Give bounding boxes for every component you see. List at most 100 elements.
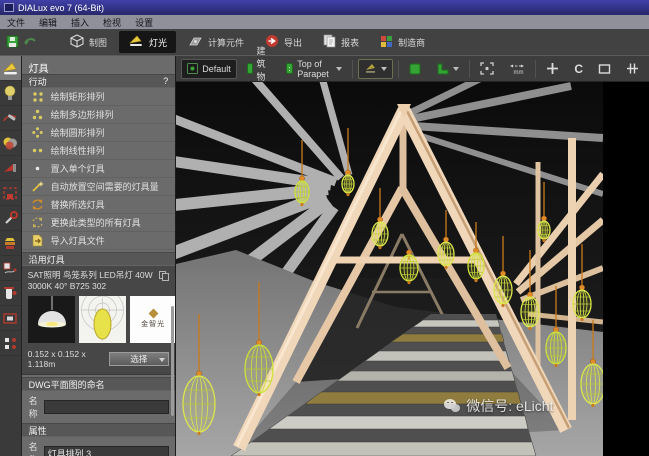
- storey-selector-label: Top of Parapet: [297, 58, 329, 79]
- tool-lamps[interactable]: [0, 81, 21, 106]
- building-icon: [246, 63, 253, 74]
- dwg-name-input[interactable]: [43, 400, 169, 415]
- tool-measuring[interactable]: [0, 256, 21, 281]
- tool-floorplan[interactable]: [0, 181, 21, 206]
- view-icon: [187, 63, 199, 74]
- select-button-label: 选择: [130, 354, 148, 365]
- auto-place-icon: [31, 181, 44, 192]
- pan-icon: [547, 63, 559, 74]
- action-draw-polygon-arrangement[interactable]: 绘制多边形排列: [21, 106, 176, 124]
- tool-light-scenes[interactable]: [0, 156, 21, 181]
- tab-construction[interactable]: 制图: [61, 31, 116, 53]
- action-label: 自动放置空间需要的灯具量: [50, 182, 159, 192]
- tool-surfaces[interactable]: [0, 306, 21, 331]
- photometric-diagram-thumbnail[interactable]: [78, 288, 126, 344]
- light-lamp-icon: [128, 34, 144, 50]
- action-draw-line-arrangement[interactable]: 绘制线性排列: [21, 142, 176, 160]
- active-luminaire-card: SAT照明 鸟笼系列 LED吊灯 40W 3000K 40° B725 302 …: [21, 266, 176, 376]
- title-bar: DIALux evo 7 (64-Bit): [0, 0, 649, 15]
- action-label: 绘制线性排列: [50, 146, 105, 156]
- menu-settings[interactable]: 设置: [128, 16, 160, 29]
- action-label: 绘制圆形排列: [50, 128, 105, 138]
- menu-insert[interactable]: 插入: [64, 16, 96, 29]
- tab-reports[interactable]: 报表: [314, 31, 368, 53]
- bulb-icon: [4, 85, 16, 100]
- action-auto-place[interactable]: 自动放置空间需要的灯具量: [21, 178, 176, 196]
- solid-view-button[interactable]: [404, 59, 426, 79]
- action-replace-all-of-type[interactable]: 更换此类型的所有灯具: [21, 214, 176, 232]
- storey-mode-button[interactable]: [431, 59, 464, 79]
- menu-edit[interactable]: 编辑: [32, 16, 64, 29]
- tool-maintenance[interactable]: [0, 206, 21, 231]
- dropdown-caret-icon: [159, 358, 166, 363]
- storey-selector-button[interactable]: Top of Parapet: [281, 59, 348, 79]
- select-luminaire-button[interactable]: 选择: [108, 352, 170, 367]
- replace-type-icon: [32, 217, 43, 228]
- measure-button[interactable]: mm: [504, 59, 530, 79]
- luminaire-dimensions: 0.152 x 0.152 x 1.118m: [27, 349, 86, 370]
- pan-button[interactable]: [541, 59, 564, 79]
- luminaire-photo-thumbnail[interactable]: [27, 296, 75, 344]
- action-label: 置入单个灯具: [50, 164, 105, 174]
- viewport: Default 建筑物 1 Top of Parapet: [176, 46, 649, 456]
- tab-label: 制造商: [398, 37, 426, 48]
- tab-light[interactable]: 灯光: [119, 31, 177, 53]
- tool-columns[interactable]: [0, 281, 21, 306]
- polygon-arrangement-icon: [32, 109, 42, 120]
- view-default-button[interactable]: Default: [181, 58, 237, 79]
- stacked-bars-icon: [5, 238, 16, 249]
- tool-lamp-change[interactable]: [0, 106, 21, 131]
- wechat-icon: [444, 398, 461, 414]
- actions-header: 行动 ?: [21, 74, 176, 88]
- measure-label: mm: [514, 70, 524, 75]
- action-import-luminaire-file[interactable]: 导入灯具文件: [21, 232, 176, 250]
- logo-mark: [148, 308, 159, 319]
- tab-label: 导出: [284, 37, 303, 48]
- report-document-icon: [323, 34, 336, 50]
- rotate-button[interactable]: C: [569, 59, 588, 79]
- luminaires-panel: 灯具 行动 ? 绘制矩形排列 绘制多边形排列 绘制圆形排列 绘制线性排列 置入单…: [21, 56, 177, 456]
- zoom-fit-button[interactable]: [475, 59, 499, 79]
- active-luminaire-header-label: 沿用灯具: [28, 254, 65, 265]
- tab-label: 制图: [89, 37, 108, 48]
- tool-point-arrangement[interactable]: [0, 331, 21, 356]
- undo-icon[interactable]: [23, 34, 39, 50]
- chevron-down-icon: [336, 66, 343, 71]
- help-button[interactable]: ?: [163, 76, 168, 86]
- building-selector-button[interactable]: 建筑物 1: [242, 46, 276, 93]
- action-replace-selected[interactable]: 替换所选灯具: [21, 196, 176, 214]
- save-icon[interactable]: [5, 34, 20, 51]
- tool-luminaires[interactable]: [0, 56, 21, 81]
- tool-colours[interactable]: [0, 131, 21, 156]
- action-label: 绘制矩形排列: [50, 92, 105, 102]
- scale-button[interactable]: [621, 59, 644, 79]
- menu-bar: 文件 编辑 插入 检视 设置: [0, 15, 649, 29]
- surface-icon: [3, 312, 17, 324]
- app-window: DIALux evo 7 (64-Bit) 文件 编辑 插入 检视 设置 制图 …: [0, 0, 649, 456]
- action-place-single-luminaire[interactable]: 置入单个灯具: [21, 160, 176, 178]
- action-draw-rect-arrangement[interactable]: 绘制矩形排列: [21, 88, 176, 106]
- tool-energy[interactable]: [0, 231, 21, 256]
- measure-icon: mm: [510, 64, 525, 75]
- wrench-icon: [5, 210, 18, 224]
- tab-calculation-objects[interactable]: 计算元件: [179, 31, 253, 53]
- display-mode-button[interactable]: [358, 58, 394, 79]
- panel-scrollbar[interactable]: [171, 306, 175, 416]
- column-icon: [4, 286, 17, 299]
- menu-file[interactable]: 文件: [0, 16, 32, 29]
- manufacturer-logo-thumbnail[interactable]: 金智光: [129, 296, 176, 344]
- action-draw-circle-arrangement[interactable]: 绘制圆形排列: [21, 124, 176, 142]
- zoom-window-button[interactable]: [593, 59, 616, 79]
- single-luminaire-icon: [35, 166, 39, 171]
- menu-view[interactable]: 检视: [96, 16, 128, 29]
- dwg-header-label: DWG平面图的命名: [28, 379, 105, 390]
- scale-icon: [627, 63, 638, 74]
- tab-manufacturer[interactable]: 制造商: [371, 31, 434, 53]
- action-label: 更换此类型的所有灯具: [50, 218, 141, 228]
- storey-icon: [285, 63, 294, 74]
- action-label: 替换所选灯具: [50, 200, 105, 210]
- arrangement-name-input[interactable]: [43, 446, 169, 456]
- copy-icon[interactable]: [159, 271, 170, 281]
- display-mode-lamp-icon: [366, 64, 376, 73]
- luminaire-description: SAT照明 鸟笼系列 LED吊灯 40W 3000K 40° B725 302: [27, 270, 153, 292]
